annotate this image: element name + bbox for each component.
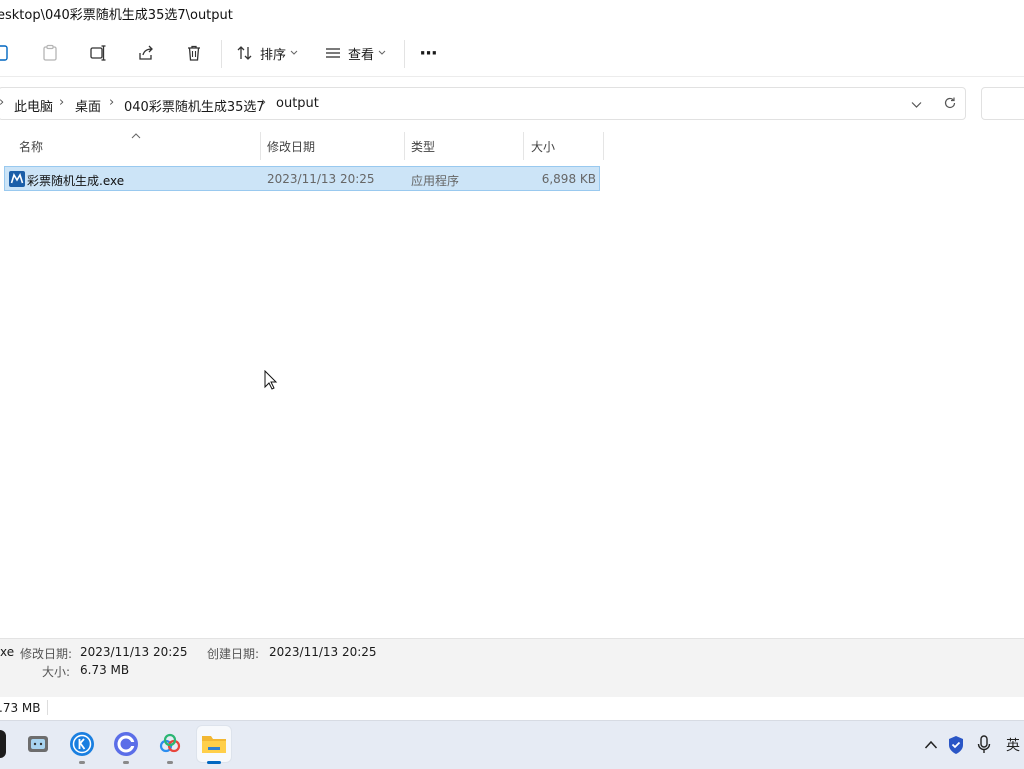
exe-app-icon	[9, 171, 25, 190]
share-button[interactable]	[132, 37, 160, 69]
column-header-name[interactable]: 名称	[19, 138, 43, 155]
command-bar: 排序 查看 ···	[0, 30, 1024, 76]
chevron-right-icon: ›	[0, 95, 4, 110]
view-list-icon	[324, 44, 342, 62]
taskbar-app-dark-icon[interactable]	[0, 730, 6, 758]
details-file-name-tail: xe	[0, 645, 15, 659]
chevron-down-icon	[290, 50, 298, 56]
status-selection-size: .73 MB	[0, 701, 41, 715]
sort-label: 排序	[259, 47, 286, 63]
taskbar-tv-app-icon[interactable]	[24, 730, 52, 758]
column-divider[interactable]	[603, 132, 604, 160]
chevron-right-icon: ›	[59, 95, 65, 110]
new-item-button[interactable]	[0, 37, 14, 69]
column-header-type[interactable]: 类型	[411, 138, 435, 155]
running-indicator	[167, 761, 173, 764]
security-shield-icon[interactable]	[947, 735, 965, 758]
details-modified-label: 修改日期:	[20, 647, 73, 661]
file-row[interactable]: 彩票随机生成.exe 2023/11/13 20:25 应用程序 6,898 K…	[4, 166, 600, 191]
column-header-size[interactable]: 大小	[531, 138, 555, 155]
details-created-value: 2023/11/13 20:25	[269, 645, 377, 659]
toolbar-border	[0, 76, 1024, 77]
active-indicator	[207, 761, 221, 764]
more-options-button[interactable]: ···	[412, 37, 444, 69]
toolbar-divider	[221, 40, 222, 68]
taskbar-cloud-drive-icon[interactable]	[156, 730, 184, 758]
rename-icon	[89, 44, 107, 62]
taskbar: 英	[0, 720, 1024, 769]
view-label: 查看	[347, 47, 374, 63]
details-created-label: 创建日期:	[207, 647, 260, 661]
status-bar: .73 MB	[0, 697, 1024, 719]
taskbar-file-explorer-icon[interactable]	[196, 725, 232, 763]
sort-button[interactable]: 排序	[232, 37, 302, 69]
breadcrumb-this-pc[interactable]: 此电脑	[14, 96, 53, 115]
chevron-up-icon[interactable]	[924, 739, 938, 753]
share-icon	[137, 44, 155, 62]
column-header-modified[interactable]: 修改日期	[267, 138, 315, 155]
view-button[interactable]: 查看	[320, 37, 390, 69]
address-bar[interactable]: › 此电脑 › 桌面 › 040彩票随机生成35选7 › output	[0, 87, 966, 120]
microphone-icon[interactable]	[977, 735, 991, 758]
column-divider[interactable]	[260, 132, 261, 160]
chevron-right-icon: ›	[261, 95, 267, 110]
details-pane: xe 修改日期: 2023/11/13 20:25 创建日期: 2023/11/…	[0, 638, 1024, 697]
sort-ascending-indicator	[131, 128, 141, 142]
breadcrumb-folder[interactable]: 040彩票随机生成35选7	[124, 96, 265, 115]
breadcrumb-output[interactable]: output	[276, 96, 319, 111]
breadcrumb-desktop[interactable]: 桌面	[75, 96, 101, 115]
rename-button[interactable]	[84, 37, 112, 69]
paste-button[interactable]	[36, 37, 64, 69]
file-type: 应用程序	[411, 174, 460, 188]
trash-icon	[185, 44, 203, 62]
input-method-label[interactable]: 英	[1006, 735, 1020, 755]
new-item-icon	[0, 45, 10, 61]
paste-icon	[41, 44, 59, 62]
chevron-down-icon	[378, 50, 386, 56]
search-input[interactable]	[981, 87, 1024, 120]
chevron-right-icon: ›	[109, 95, 115, 110]
toolbar-divider	[404, 40, 405, 68]
running-indicator	[123, 761, 129, 764]
column-divider[interactable]	[404, 132, 405, 160]
status-divider	[47, 700, 48, 715]
delete-button[interactable]	[180, 37, 208, 69]
file-name: 彩票随机生成.exe	[27, 174, 125, 188]
window-title-path: esktop\040彩票随机生成35选7\output	[0, 8, 233, 23]
column-divider[interactable]	[523, 132, 524, 160]
details-modified-value: 2023/11/13 20:25	[80, 645, 188, 659]
details-size-label: 大小:	[42, 665, 71, 679]
details-size-value: 6.73 MB	[80, 663, 130, 677]
sort-icon	[236, 44, 254, 62]
running-indicator	[79, 761, 85, 764]
taskbar-k-app-icon[interactable]	[68, 730, 96, 758]
taskbar-browser-icon[interactable]	[112, 730, 140, 758]
address-history-dropdown-icon[interactable]	[911, 98, 922, 112]
mouse-cursor-icon	[264, 369, 278, 393]
file-size: 6,898 KB	[541, 172, 596, 186]
refresh-icon[interactable]	[943, 96, 957, 113]
file-modified: 2023/11/13 20:25	[267, 172, 375, 186]
